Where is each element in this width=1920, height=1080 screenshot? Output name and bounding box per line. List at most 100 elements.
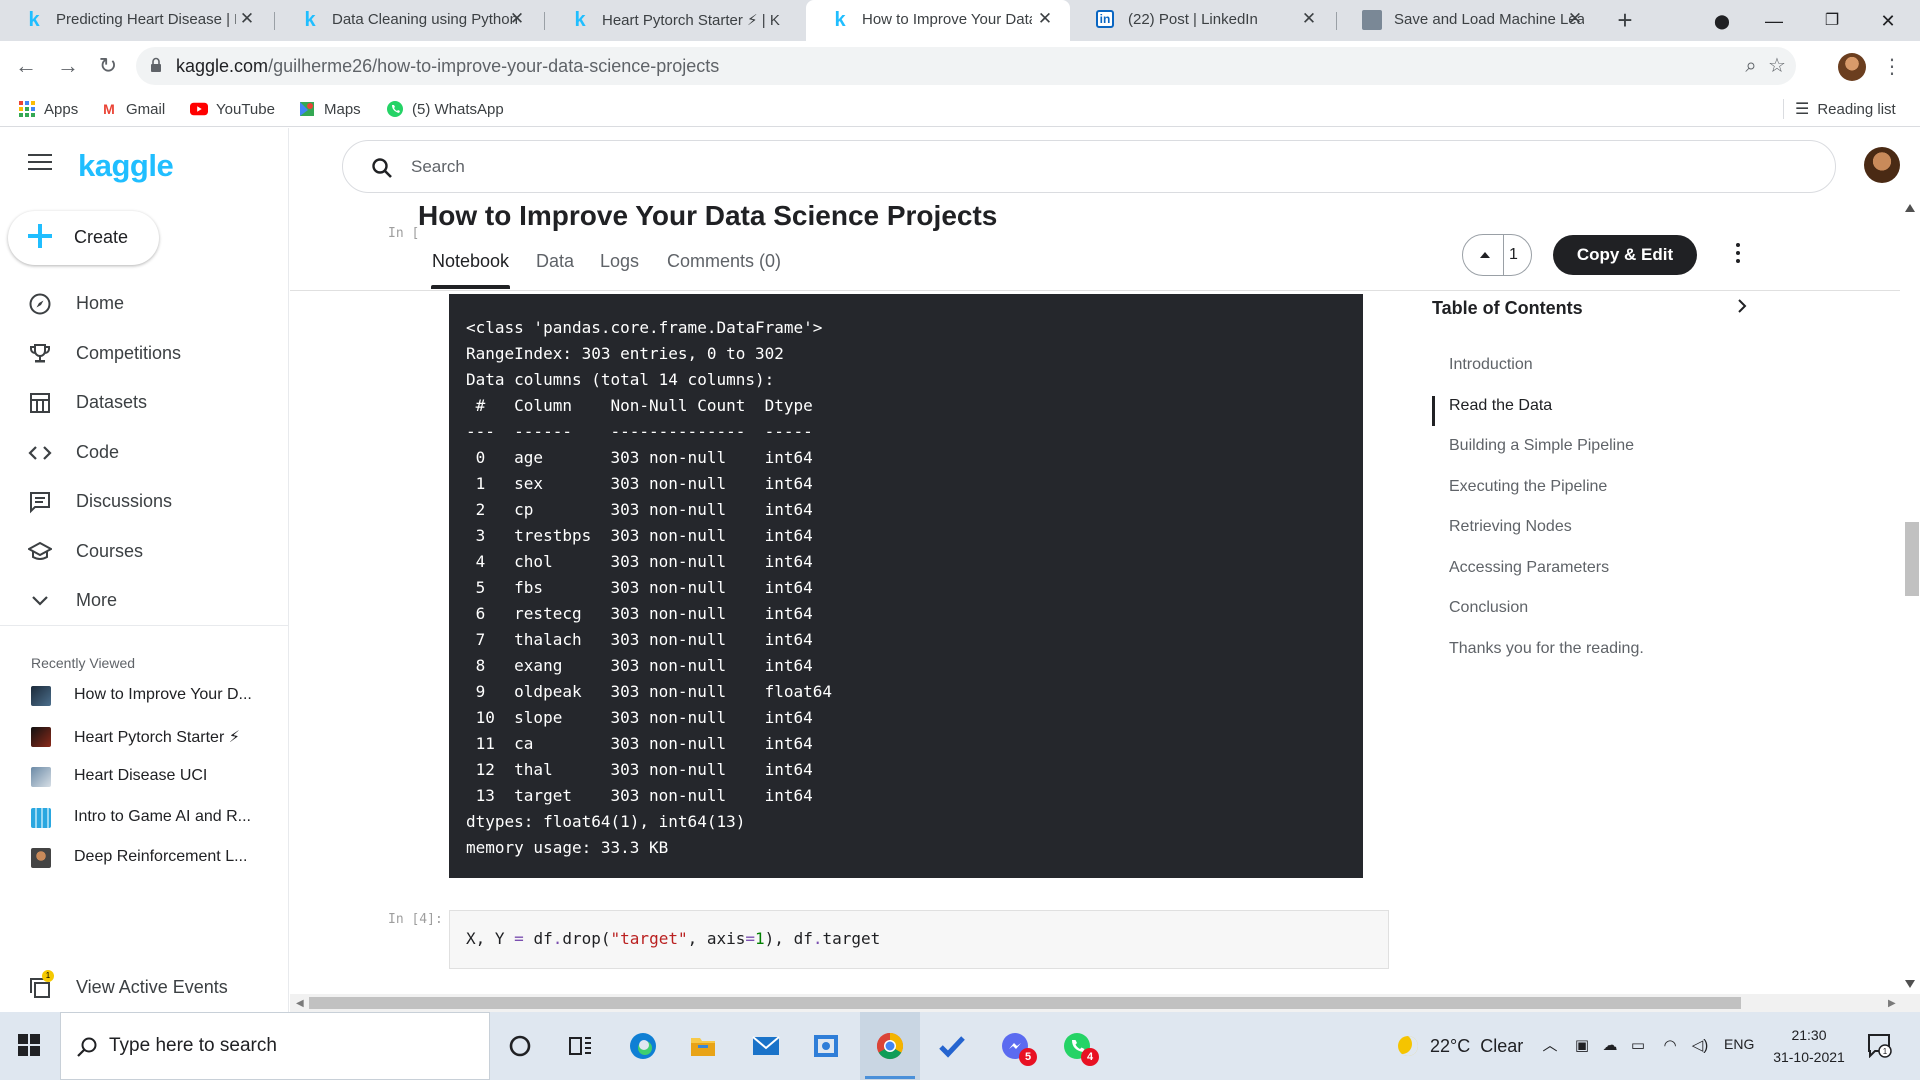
- sidebar-item-discussions[interactable]: Discussions: [0, 480, 289, 524]
- toc-item[interactable]: Thanks you for the reading.: [1449, 640, 1644, 658]
- close-icon[interactable]: ✕: [1034, 8, 1056, 30]
- browser-tab-active[interactable]: k How to Improve Your Data S ✕: [806, 0, 1070, 41]
- toc-item[interactable]: Accessing Parameters: [1449, 559, 1609, 577]
- recent-item[interactable]: Heart Disease UCI: [0, 758, 289, 794]
- new-tab-button[interactable]: +: [1610, 6, 1640, 36]
- recent-item[interactable]: Intro to Game AI and R...: [0, 799, 289, 835]
- taskbar-task-view[interactable]: [550, 1012, 610, 1080]
- browser-tab[interactable]: Save and Load Machine Lea ✕: [1338, 0, 1600, 41]
- language-indicator[interactable]: ENG: [1724, 1036, 1754, 1052]
- close-icon[interactable]: ✕: [1564, 8, 1586, 30]
- sidebar-item-more[interactable]: More: [0, 579, 289, 623]
- taskbar-photos[interactable]: [796, 1012, 856, 1080]
- taskbar-todo[interactable]: [922, 1012, 982, 1080]
- chevron-right-icon[interactable]: [1732, 294, 1752, 318]
- copy-and-edit-button[interactable]: Copy & Edit: [1553, 235, 1697, 275]
- bookmark-maps[interactable]: Maps: [298, 97, 361, 121]
- tab-data[interactable]: Data: [536, 251, 574, 272]
- recent-item[interactable]: How to Improve Your D...: [0, 677, 289, 713]
- hamburger-menu-icon[interactable]: [28, 154, 52, 172]
- taskbar-cortana[interactable]: [490, 1012, 550, 1080]
- minimize-button[interactable]: —: [1752, 6, 1796, 36]
- code-token: target: [822, 929, 881, 948]
- scroll-down-arrow-icon[interactable]: [1905, 980, 1915, 988]
- tab-comments[interactable]: Comments (0): [667, 251, 781, 272]
- address-bar[interactable]: kaggle.com/guilherme26/how-to-improve-yo…: [136, 47, 1796, 85]
- taskbar-mail[interactable]: [736, 1012, 796, 1080]
- browser-tab[interactable]: k Predicting Heart Disease | K ✕: [0, 0, 272, 41]
- scrollbar-thumb[interactable]: [1905, 522, 1919, 596]
- search-input[interactable]: [411, 155, 1711, 179]
- vertical-scrollbar[interactable]: [1900, 198, 1920, 994]
- close-icon[interactable]: ✕: [236, 8, 258, 30]
- scroll-left-arrow-icon[interactable]: ◀: [296, 998, 304, 1009]
- taskbar-edge[interactable]: [613, 1012, 673, 1080]
- toc-item[interactable]: Conclusion: [1449, 599, 1528, 617]
- back-arrow-icon[interactable]: ←: [10, 50, 42, 82]
- bookmark-apps[interactable]: Apps: [18, 97, 78, 121]
- notification-center-icon[interactable]: 1: [1866, 1032, 1892, 1058]
- tab-notebook[interactable]: Notebook: [432, 251, 509, 272]
- clock-date: 31-10-2021: [1773, 1049, 1845, 1065]
- upvote-arrow-icon[interactable]: [1473, 243, 1497, 267]
- browser-tab[interactable]: k Data Cleaning using Python ✕: [276, 0, 542, 41]
- zoom-icon[interactable]: ⌕: [1740, 55, 1762, 77]
- reading-list-button[interactable]: ☰ Reading list: [1783, 97, 1896, 121]
- forward-arrow-icon[interactable]: →: [52, 50, 84, 82]
- bookmark-gmail[interactable]: M Gmail: [100, 97, 165, 121]
- bookmark-youtube[interactable]: YouTube: [190, 97, 275, 121]
- toc-item[interactable]: Retrieving Nodes: [1449, 518, 1572, 536]
- toc-item[interactable]: Executing the Pipeline: [1449, 478, 1607, 496]
- onedrive-icon[interactable]: ☁: [1600, 1036, 1620, 1056]
- recent-item[interactable]: Heart Pytorch Starter ⚡: [0, 718, 289, 754]
- weather-widget[interactable]: 22°C Clear: [1398, 1034, 1523, 1058]
- taskbar-file-explorer[interactable]: [673, 1012, 733, 1080]
- meet-now-icon[interactable]: ▣: [1572, 1036, 1592, 1056]
- battery-icon[interactable]: ▭: [1628, 1036, 1648, 1056]
- sidebar-item-competitions[interactable]: Competitions: [0, 332, 289, 376]
- close-icon[interactable]: ✕: [1298, 8, 1320, 30]
- view-active-events-button[interactable]: 1 View Active Events: [0, 966, 289, 1010]
- kaggle-k-icon: k: [304, 8, 316, 31]
- scrollbar-thumb[interactable]: [309, 997, 1741, 1009]
- tab-logs[interactable]: Logs: [600, 251, 639, 272]
- more-options-icon[interactable]: [1734, 243, 1742, 267]
- code-cell[interactable]: X, Y = df.drop("target", axis=1), df.tar…: [449, 910, 1389, 969]
- tab-search-icon[interactable]: ⬤: [1700, 6, 1744, 36]
- user-avatar[interactable]: [1864, 147, 1900, 183]
- wifi-icon[interactable]: ◠: [1660, 1036, 1680, 1056]
- browser-tab[interactable]: k Heart Pytorch Starter ⚡ | K: [546, 0, 804, 41]
- taskbar-search-box[interactable]: Type here to search: [60, 1012, 490, 1080]
- taskbar-messenger[interactable]: 5: [985, 1012, 1045, 1080]
- scroll-up-arrow-icon[interactable]: [1905, 204, 1915, 212]
- volume-icon[interactable]: ◁): [1690, 1036, 1710, 1056]
- close-icon[interactable]: ✕: [506, 8, 528, 30]
- sidebar-item-courses[interactable]: Courses: [0, 530, 289, 574]
- bookmark-whatsapp[interactable]: (5) WhatsApp: [386, 97, 504, 121]
- sidebar-item-home[interactable]: Home: [0, 282, 289, 326]
- site-search-bar[interactable]: [342, 140, 1836, 193]
- sidebar-item-datasets[interactable]: Datasets: [0, 381, 289, 425]
- taskbar-chrome[interactable]: [860, 1012, 920, 1080]
- reload-icon[interactable]: ↻: [92, 50, 124, 82]
- taskbar-clock[interactable]: 21:30 31-10-2021: [1764, 1024, 1854, 1068]
- window-close-button[interactable]: ✕: [1866, 6, 1910, 36]
- chrome-profile-avatar[interactable]: [1838, 53, 1866, 81]
- recent-item[interactable]: Deep Reinforcement L...: [0, 839, 289, 875]
- restore-button[interactable]: ❐: [1810, 6, 1854, 36]
- toc-item[interactable]: Introduction: [1449, 356, 1533, 374]
- browser-tab[interactable]: in (22) Post | LinkedIn ✕: [1072, 0, 1334, 41]
- create-button[interactable]: Create: [8, 211, 159, 265]
- toc-item[interactable]: Building a Simple Pipeline: [1449, 437, 1634, 455]
- bookmark-star-icon[interactable]: ☆: [1766, 55, 1788, 77]
- horizontal-scrollbar[interactable]: ◀ ▶: [290, 994, 1920, 1012]
- kaggle-logo[interactable]: kaggle: [78, 148, 174, 184]
- taskbar-whatsapp[interactable]: 4: [1047, 1012, 1107, 1080]
- code-token: ), df: [764, 929, 813, 948]
- chevron-up-icon[interactable]: ︿: [1540, 1036, 1560, 1056]
- toc-item-active[interactable]: Read the Data: [1449, 397, 1552, 415]
- windows-start-icon[interactable]: [18, 1034, 40, 1056]
- chrome-menu-icon[interactable]: ⋮: [1882, 54, 1902, 80]
- scroll-right-arrow-icon[interactable]: ▶: [1888, 998, 1896, 1009]
- sidebar-item-code[interactable]: Code: [0, 431, 289, 475]
